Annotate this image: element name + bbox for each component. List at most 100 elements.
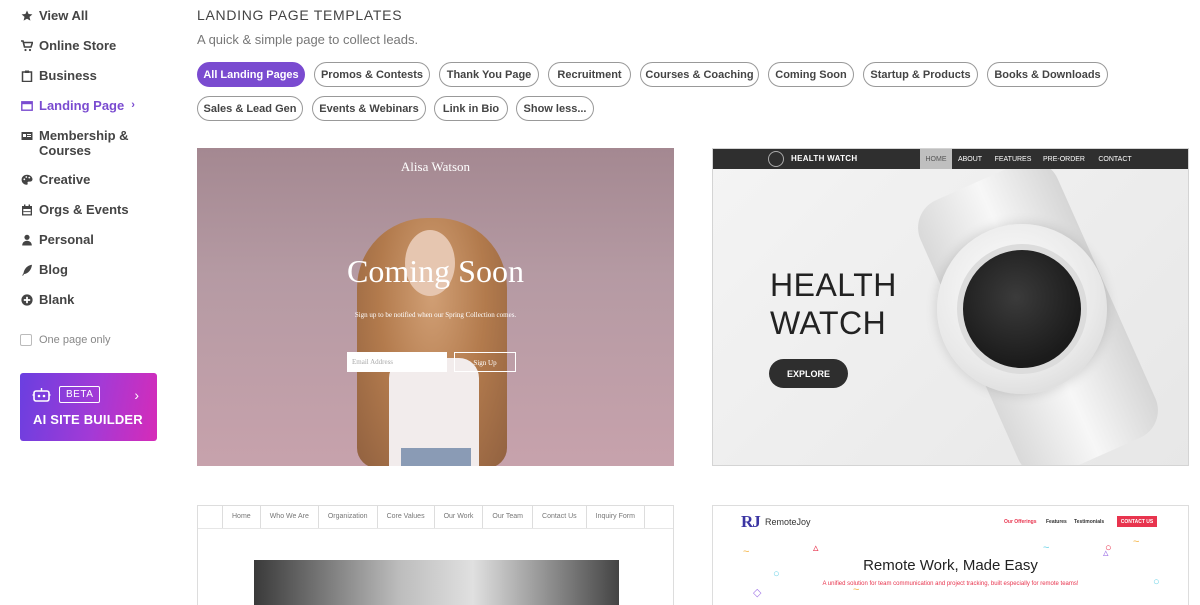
template-menu-item: Organization (319, 506, 378, 528)
sidebar-item-label: Blank (39, 292, 75, 307)
template-brand-name: HEALTH WATCH (791, 154, 858, 163)
template-menu-item: Our Team (483, 506, 534, 528)
chip-recruitment[interactable]: Recruitment (548, 62, 631, 87)
chip-show-less[interactable]: Show less... (516, 96, 594, 121)
template-menu-item: HOME (920, 149, 952, 169)
template-heading-line1: HEALTH (770, 267, 897, 303)
sidebar-item-landing-page[interactable]: Landing Page › (20, 98, 135, 113)
one-page-only-filter[interactable]: One page only (20, 334, 111, 346)
template-navbar: HEALTH WATCH HOME ABOUT FEATURES PRE-ORD… (713, 149, 1188, 169)
template-tagline: A unified solution for team communicatio… (822, 581, 1079, 587)
chip-coming-soon[interactable]: Coming Soon (768, 62, 854, 87)
template-heading: Remote Work, Made Easy (863, 557, 1038, 574)
template-menu-item: Features (1046, 519, 1067, 525)
sidebar-item-label: Business (39, 68, 97, 83)
template-menu-item: Who We Are (261, 506, 319, 528)
template-organization[interactable]: Home Who We Are Organization Core Values… (197, 505, 674, 605)
template-contact-button: CONTACT US (1117, 516, 1157, 527)
confetti-decoration: ○ (1105, 542, 1112, 554)
one-page-only-label: One page only (39, 334, 111, 346)
sidebar-item-label: Creative (39, 172, 91, 187)
star-icon (20, 9, 33, 22)
cart-icon (20, 39, 33, 52)
template-heading-line2: WATCH (770, 305, 887, 341)
template-coming-soon[interactable]: Alisa Watson Coming Soon Sign up to be n… (197, 148, 674, 466)
clipboard-icon (20, 69, 33, 82)
sidebar-item-creative[interactable]: Creative (20, 172, 90, 187)
chip-books-downloads[interactable]: Books & Downloads (987, 62, 1108, 87)
template-menu-item: Our Work (435, 506, 484, 528)
page-title: LANDING PAGE TEMPLATES (197, 7, 403, 23)
confetti-decoration: ◇ (753, 587, 762, 599)
sidebar-item-orgs-events[interactable]: Orgs & Events (20, 202, 129, 217)
template-tagline: Sign up to be notified when our Spring C… (354, 311, 517, 319)
sidebar-item-business[interactable]: Business (20, 68, 97, 83)
watch-dial-image (957, 244, 1087, 374)
palette-icon (20, 173, 33, 186)
ai-site-builder-button[interactable]: BETA › AI SITE BUILDER (20, 373, 157, 441)
chip-all-landing-pages[interactable]: All Landing Pages (197, 62, 305, 87)
remotejoy-logo: RJ (741, 512, 761, 531)
id-card-icon (20, 129, 33, 142)
confetti-decoration: ▵ (813, 542, 819, 554)
template-signup-button: Sign Up (454, 352, 516, 372)
sidebar-item-online-store[interactable]: Online Store (20, 38, 116, 53)
chip-link-in-bio[interactable]: Link in Bio (434, 96, 508, 121)
sidebar-item-label: Orgs & Events (39, 202, 129, 217)
template-heading: HEALTH WATCH (770, 266, 897, 342)
page-subtitle: A quick & simple page to collect leads. (197, 32, 419, 47)
ai-site-builder-label: AI SITE BUILDER (33, 412, 143, 427)
page: View All Online Store Business Landing P… (0, 0, 1200, 605)
sidebar-item-view-all[interactable]: View All (20, 8, 88, 23)
quill-icon (20, 263, 33, 276)
chevron-right-icon: › (131, 99, 135, 111)
sidebar-item-blog[interactable]: Blog (20, 262, 68, 277)
one-page-only-checkbox[interactable] (20, 334, 32, 346)
template-menu-item: CONTACT (1098, 155, 1132, 163)
template-health-watch[interactable]: HEALTH WATCH HOME ABOUT FEATURES PRE-ORD… (712, 148, 1189, 466)
template-menu-item: PRE-ORDER (1042, 155, 1085, 163)
sidebar-item-personal[interactable]: Personal (20, 232, 94, 247)
chip-promos-contests[interactable]: Promos & Contests (314, 62, 430, 87)
template-brand-name: Alisa Watson (400, 159, 471, 174)
template-menu-item: ABOUT (957, 155, 983, 163)
person-icon (20, 233, 33, 246)
watch-logo-icon (768, 151, 784, 167)
chip-thank-you-page[interactable]: Thank You Page (439, 62, 539, 87)
calendar-icon (20, 203, 33, 216)
template-menu-item: Home (223, 506, 261, 528)
sidebar-item-label: Landing Page (39, 98, 125, 113)
template-remotejoy[interactable]: ~ ○ ▵ ◇ ~ ~ ▵ ~ ○ ○ RJ RemoteJoy Our Off… (712, 505, 1189, 605)
template-email-field: Email Address (347, 352, 447, 372)
template-explore-button: EXPLORE (769, 359, 848, 388)
template-heading: Coming Soon (347, 253, 524, 289)
template-menu-item: Contact Us (533, 506, 587, 528)
chip-events-webinars[interactable]: Events & Webinars (312, 96, 426, 121)
chevron-right-icon: › (134, 387, 139, 403)
template-divider (198, 528, 673, 529)
template-menu-item: Our Offerings (1004, 519, 1037, 525)
sidebar-item-membership-courses[interactable]: Membership & Courses (20, 128, 129, 158)
sidebar-item-label: Online Store (39, 38, 117, 53)
chip-courses-coaching[interactable]: Courses & Coaching (640, 62, 759, 87)
template-navbar: Home Who We Are Organization Core Values… (222, 506, 645, 528)
template-menu-item: Inquiry Form (587, 506, 645, 528)
beta-badge: BETA (59, 386, 101, 403)
confetti-decoration: ~ (1043, 542, 1050, 554)
chip-sales-lead-gen[interactable]: Sales & Lead Gen (197, 96, 303, 121)
robot-icon (32, 387, 52, 403)
template-hero-photo (254, 560, 619, 605)
sidebar: View All Online Store Business Landing P… (0, 0, 180, 605)
sidebar-item-label: View All (39, 8, 89, 23)
sidebar-item-label: Blog (39, 262, 68, 277)
browser-window-icon (20, 99, 33, 112)
template-brand-name: RemoteJoy (765, 517, 811, 527)
template-menu-item: Core Values (378, 506, 435, 528)
sidebar-item-label-line2: Courses (39, 143, 92, 158)
sidebar-item-blank[interactable]: Blank (20, 292, 74, 307)
chip-startup-products[interactable]: Startup & Products (863, 62, 978, 87)
confetti-decoration: ~ (1133, 536, 1140, 548)
model-photo-jeans (401, 448, 471, 466)
plus-circle-icon (20, 293, 33, 306)
sidebar-item-label: Personal (39, 232, 94, 247)
